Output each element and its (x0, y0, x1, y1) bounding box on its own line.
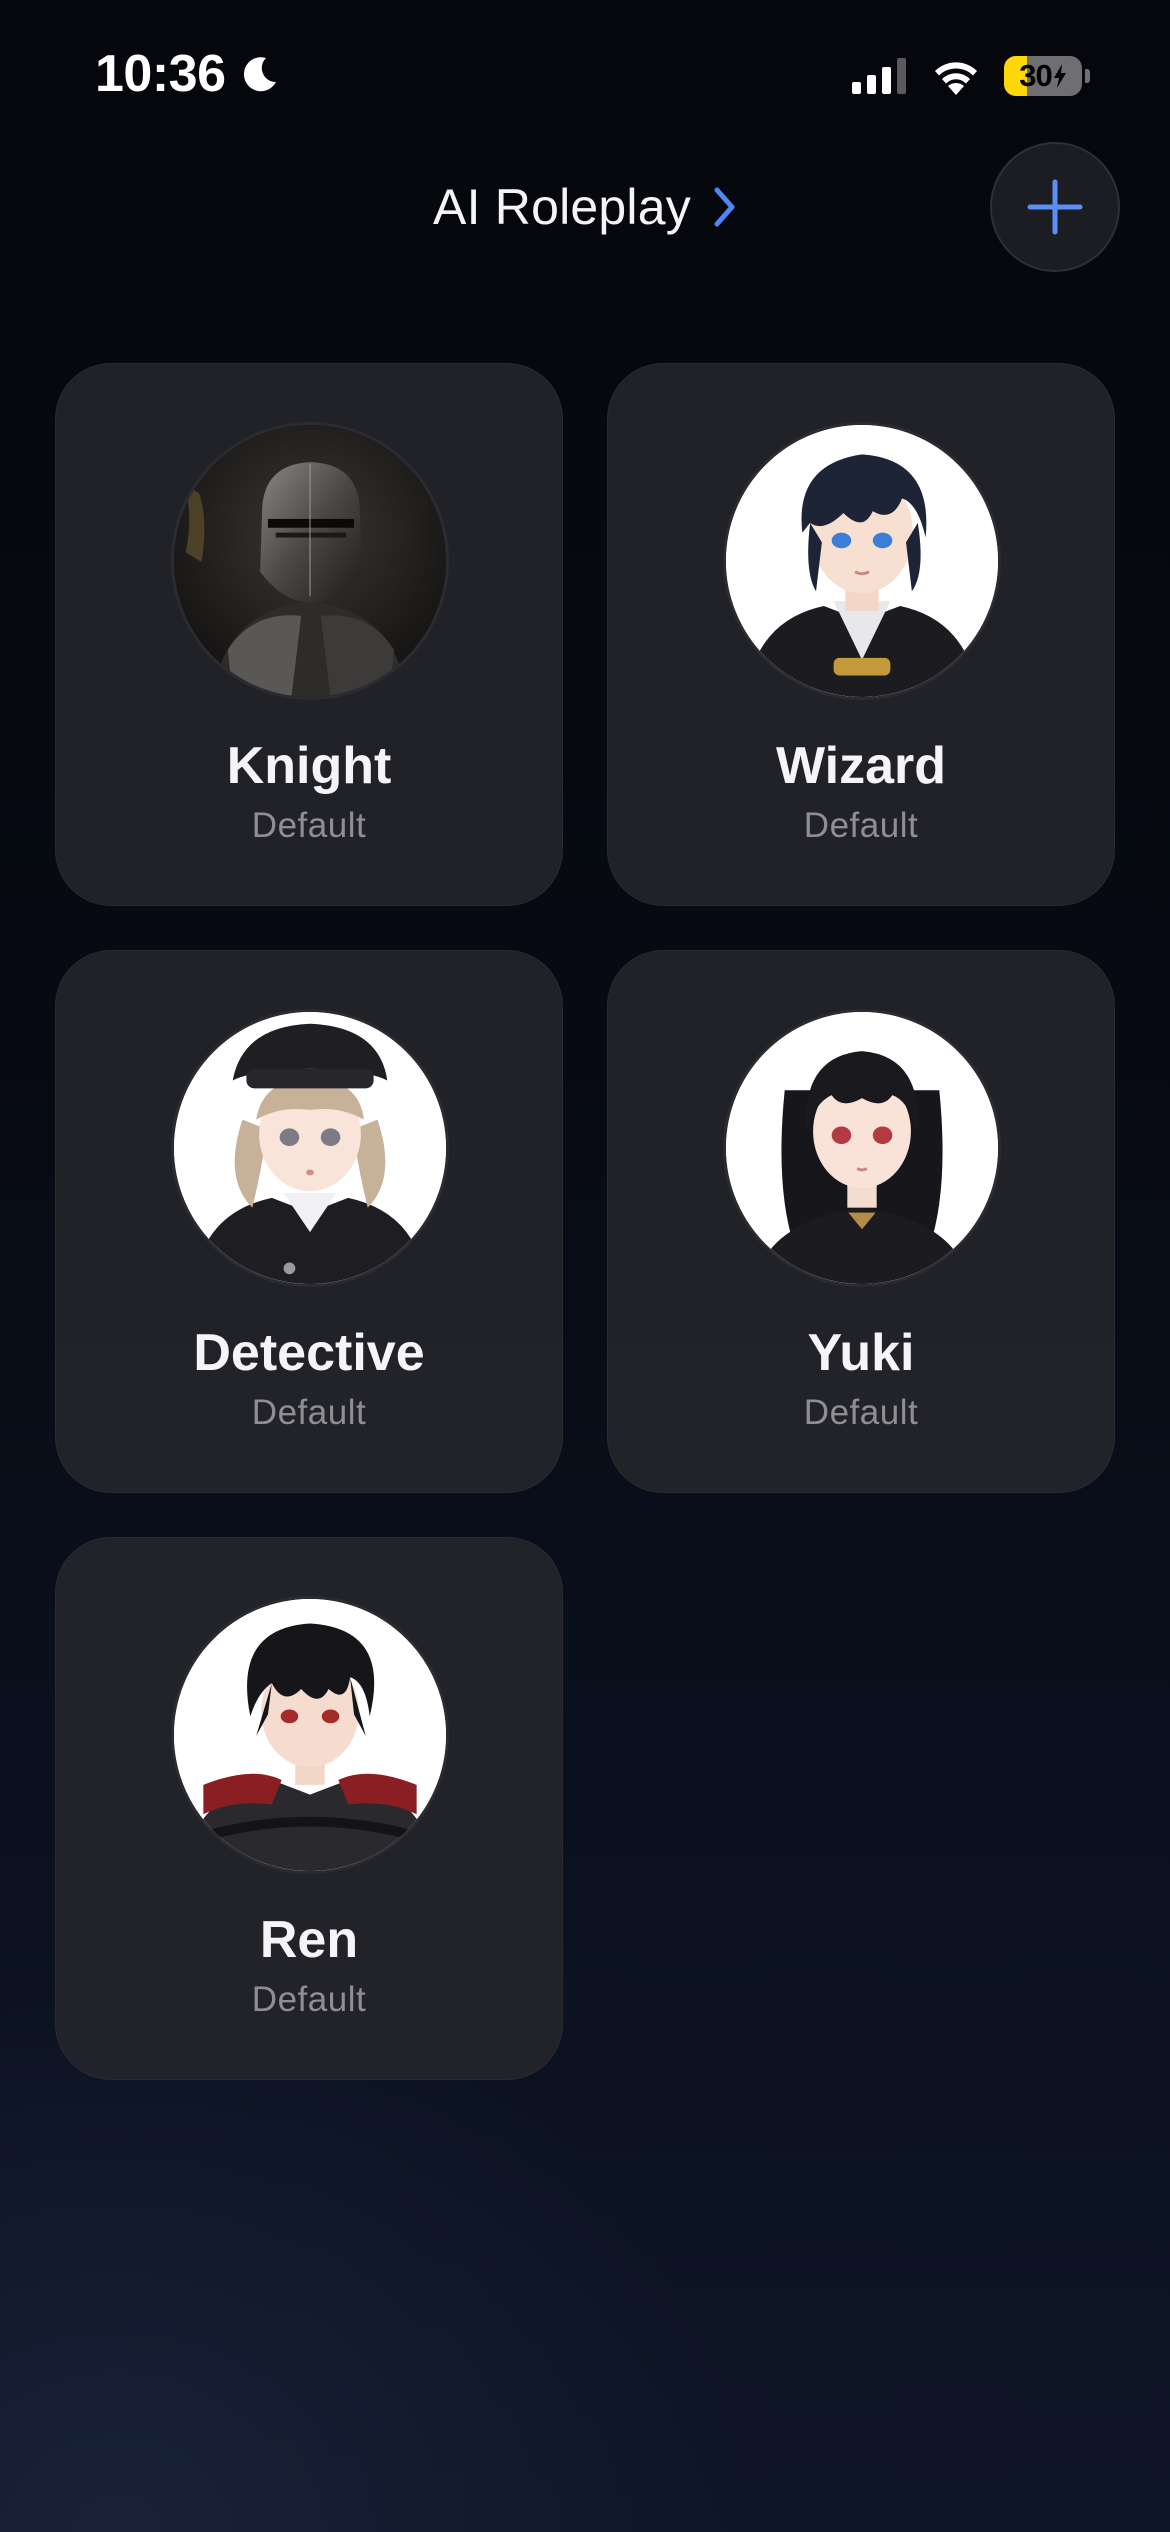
character-card-yuki[interactable]: Yuki Default (607, 950, 1115, 1493)
battery-body: 30 (1004, 56, 1082, 96)
chevron-right-icon (714, 187, 735, 227)
character-name: Detective (193, 1324, 425, 1382)
wizard-avatar (723, 422, 1001, 700)
battery-level-text: 30 (1004, 56, 1082, 96)
character-grid: Knight Default Wizard Default Detective … (55, 363, 1115, 2080)
character-card-wizard[interactable]: Wizard Default (607, 363, 1115, 906)
detective-avatar (171, 1009, 449, 1287)
character-subtitle: Default (803, 806, 919, 845)
character-subtitle: Default (251, 1980, 367, 2019)
time-text: 10:36 (95, 45, 226, 103)
character-card-detective[interactable]: Detective Default (55, 950, 563, 1493)
character-card-knight[interactable]: Knight Default (55, 363, 563, 906)
add-character-button[interactable] (990, 142, 1120, 272)
status-bar: 10:36 30 (0, 0, 1170, 150)
status-time: 10:36 (95, 44, 280, 104)
battery-cap (1085, 69, 1090, 83)
character-card-ren[interactable]: Ren Default (55, 1537, 563, 2080)
ren-avatar (171, 1596, 449, 1874)
charging-bolt-icon (1053, 64, 1066, 88)
character-subtitle: Default (251, 806, 367, 845)
moon-icon (243, 57, 276, 92)
cellular-signal-icon (852, 58, 906, 94)
character-name: Wizard (776, 737, 946, 795)
plus-icon (1027, 179, 1083, 235)
yuki-avatar (723, 1009, 1001, 1287)
page-title: AI Roleplay (433, 179, 691, 235)
knight-avatar (171, 422, 449, 700)
character-name: Yuki (807, 1324, 915, 1382)
character-name: Ren (259, 1911, 359, 1969)
character-name: Knight (226, 737, 392, 795)
character-subtitle: Default (803, 1393, 919, 1432)
status-indicators: 30 (852, 56, 1090, 96)
battery-charging-icon: 30 (1004, 56, 1090, 96)
wifi-icon (935, 62, 977, 95)
character-subtitle: Default (251, 1393, 367, 1432)
